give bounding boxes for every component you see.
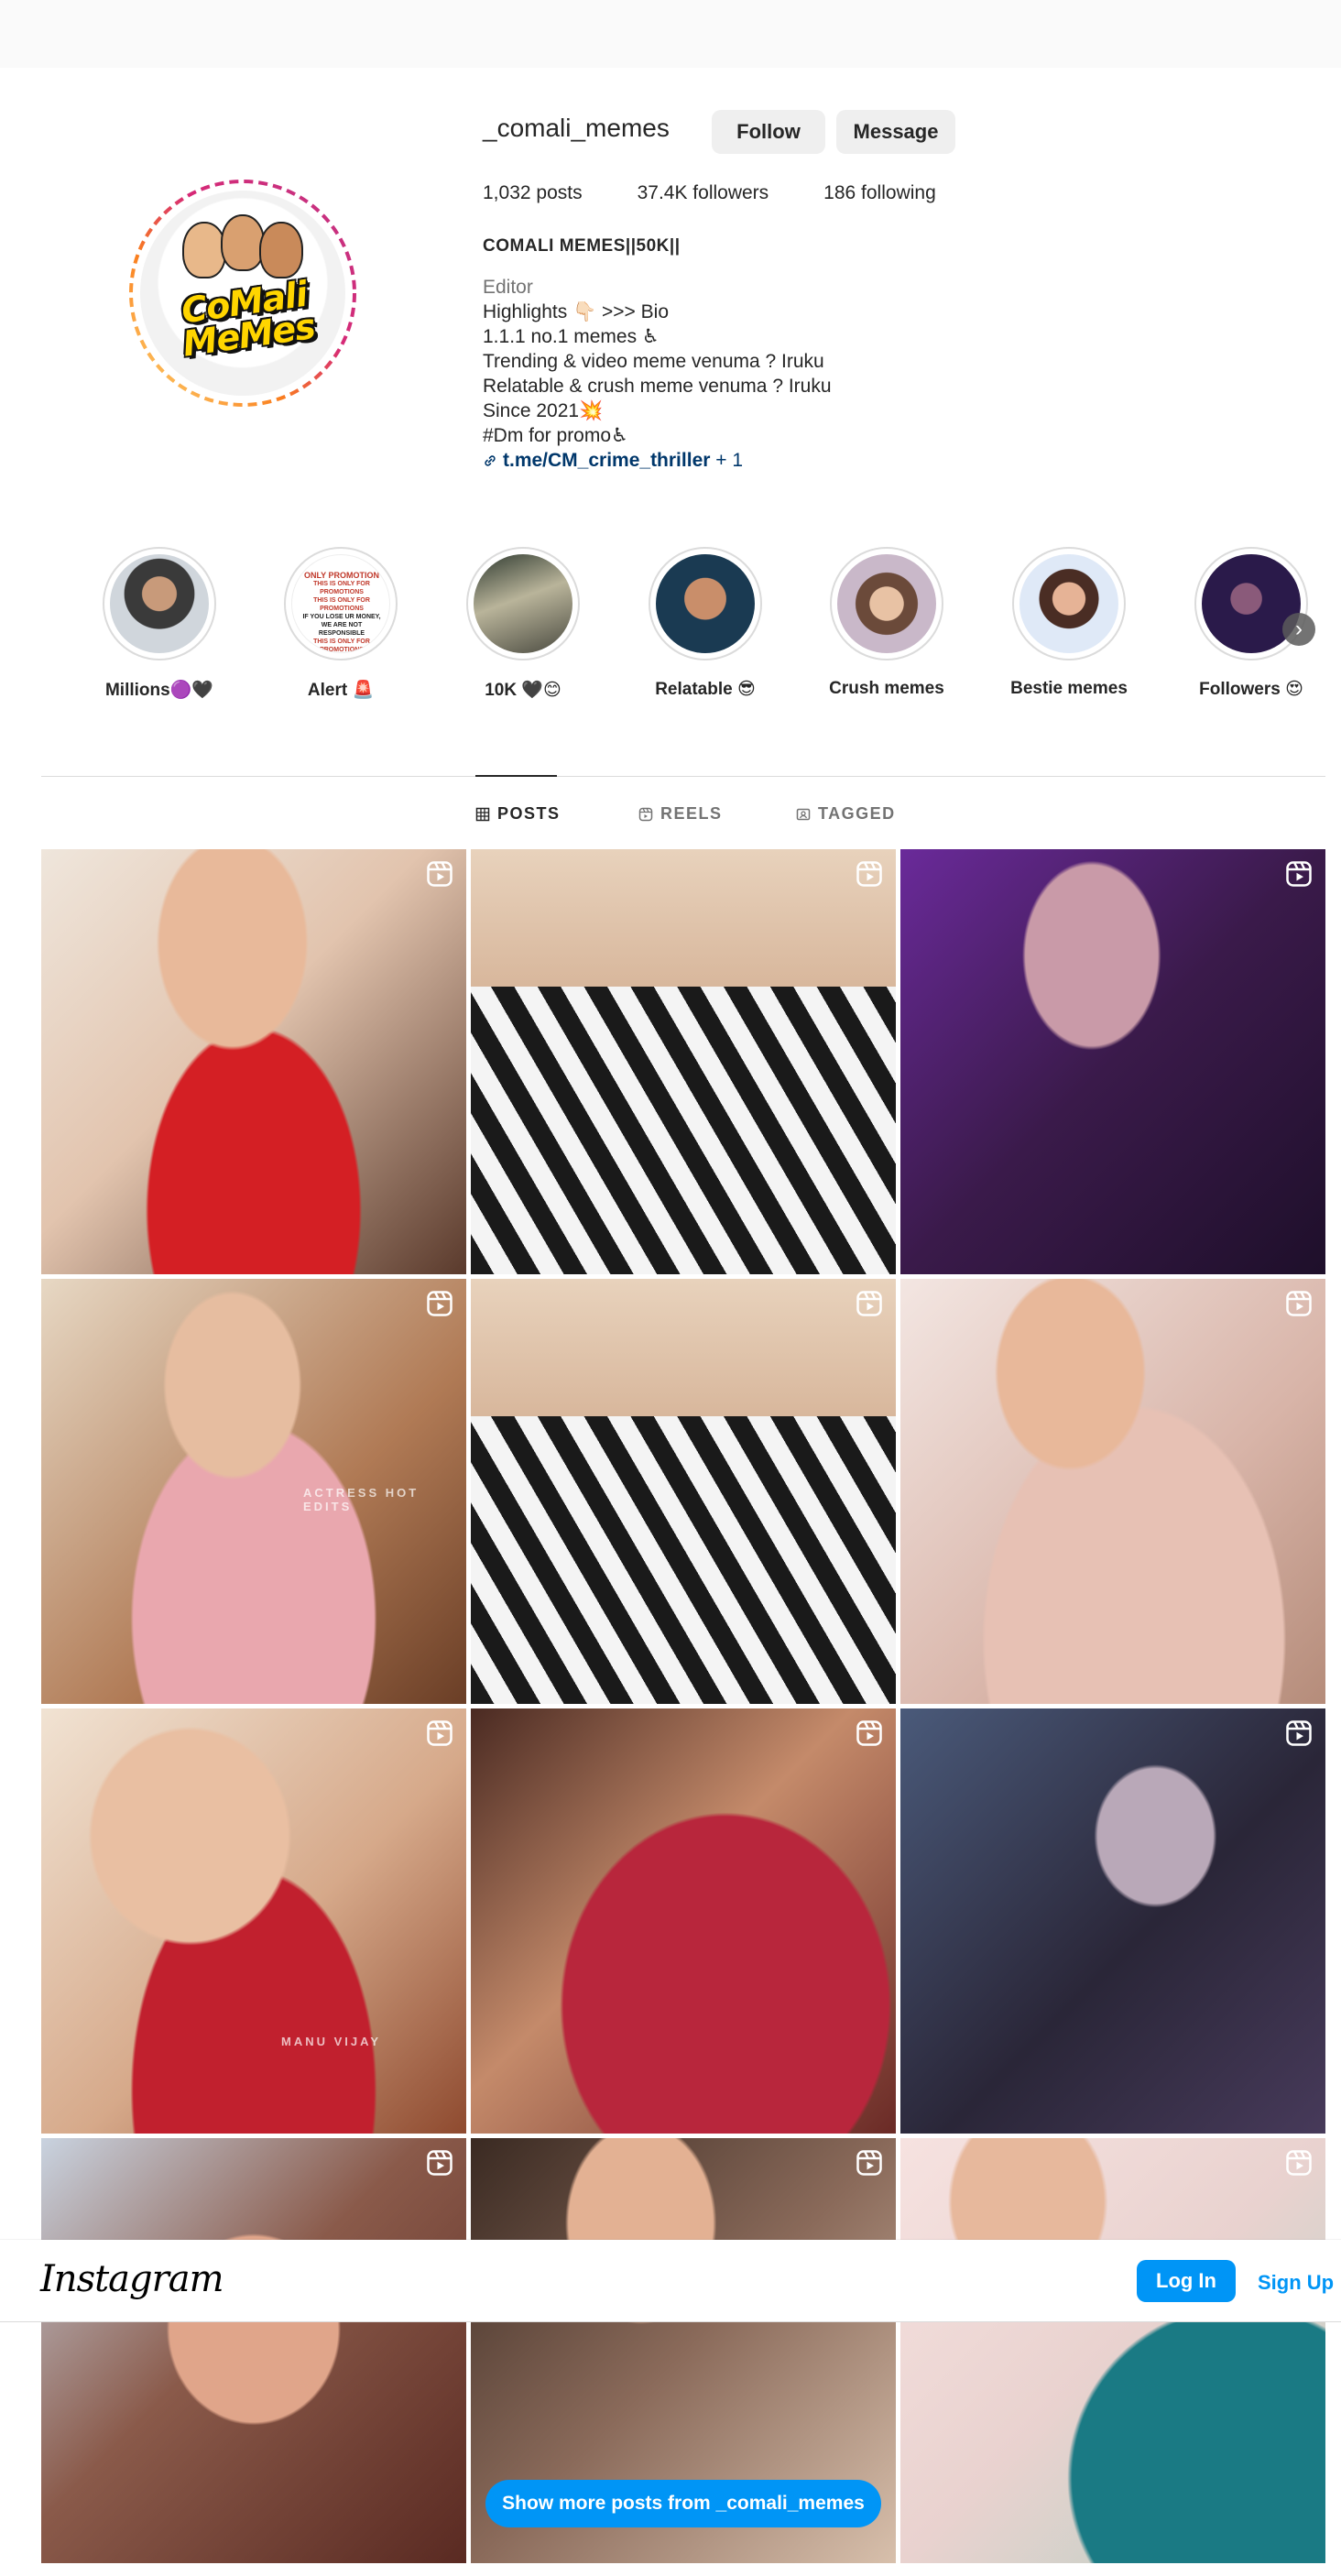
post-thumbnail[interactable] [41, 2138, 466, 2563]
tagged-icon [796, 808, 811, 820]
followers-link[interactable]: 37.4K followers [638, 182, 769, 204]
story-highlights: Millions🟣🖤 ONLY PROMOTION THIS IS ONLY F… [55, 547, 1337, 707]
promo-line: ONLY PROMOTION [303, 571, 379, 580]
bio-line: Highlights 👇🏻 >>> Bio [483, 301, 670, 322]
tab-tagged[interactable]: TAGGED [796, 804, 896, 824]
avatar-image: CoMali MeMes [140, 191, 345, 396]
login-button[interactable]: Log In [1137, 2260, 1236, 2302]
profile-stats: 1,032 posts 37.4K followers 186 followin… [483, 182, 991, 204]
highlight-label: Followers 😍 [1199, 680, 1303, 699]
reel-icon [427, 1720, 452, 1746]
chevron-right-icon: › [1295, 617, 1303, 641]
login-banner: Instagram Log In Sign Up [0, 2240, 1341, 2322]
promo-line: THIS IS ONLY FOR PROMOTIONS [313, 597, 370, 612]
highlight-label: Crush memes [829, 679, 944, 698]
reel-icon [427, 1291, 452, 1316]
promo-line: THIS IS ONLY FOR PROMOTIONS [313, 639, 370, 653]
signup-link[interactable]: Sign Up [1258, 2271, 1334, 2295]
following-link[interactable]: 186 following [823, 182, 936, 204]
reel-icon [1286, 1720, 1312, 1746]
cartoon-face [259, 222, 303, 278]
avatar-logo-text: CoMali MeMes [179, 273, 318, 365]
profile-full-name: COMALI MEMES||50K|| [483, 236, 681, 256]
tab-reels[interactable]: REELS [638, 804, 723, 824]
post-thumbnail[interactable] [471, 849, 896, 1274]
tabs-divider [41, 776, 1325, 777]
bio-link-text[interactable]: t.me/CM_crime_thriller [503, 450, 710, 471]
promo-line: THIS IS ONLY FOR PROMOTIONS [313, 581, 370, 595]
highlight-cover [110, 554, 209, 653]
promo-line: WE ARE NOT RESPONSIBLE [318, 622, 365, 637]
post-thumbnail[interactable] [471, 1279, 896, 1704]
bio-line: Trending & video meme venuma ? Iruku [483, 351, 824, 372]
profile-bio: Editor Highlights 👇🏻 >>> Bio 1.1.1 no.1 … [483, 275, 941, 473]
post-thumbnail[interactable] [471, 1708, 896, 2134]
highlight-cover: ONLY PROMOTION THIS IS ONLY FOR PROMOTIO… [291, 554, 390, 653]
instagram-logo[interactable]: Instagram [40, 2258, 224, 2300]
reel-icon [1286, 2150, 1312, 2176]
highlight-label: Bestie memes [1010, 679, 1128, 698]
tab-label: TAGGED [818, 804, 896, 823]
profile-username: _comali_memes [483, 114, 670, 142]
top-bar [0, 0, 1341, 68]
posts-count: 1,032 posts [483, 182, 583, 203]
reel-icon [1286, 861, 1312, 887]
highlight-label: Millions🟣🖤 [104, 681, 214, 700]
cartoon-face [221, 214, 265, 271]
post-image-top [471, 1279, 896, 1416]
bio-line: 1.1.1 no.1 memes ♿ [483, 326, 660, 347]
tab-label: POSTS [497, 804, 561, 823]
highlight-label: Alert 🚨 [307, 681, 375, 700]
post-thumbnail[interactable] [41, 849, 466, 1274]
cartoon-face [182, 222, 226, 278]
bio-line: Relatable & crush meme venuma ? Iruku [483, 376, 832, 397]
reel-icon [856, 1720, 882, 1746]
tab-label: REELS [660, 804, 723, 823]
reel-icon [1286, 1291, 1312, 1316]
highlight-label: Relatable 😎 [655, 680, 756, 699]
post-thumbnail[interactable] [900, 1708, 1325, 2134]
post-thumbnail[interactable]: MANU VIJAY [41, 1708, 466, 2134]
link-icon [485, 455, 496, 466]
highlights-next-button[interactable]: › [1282, 613, 1315, 646]
highlight-cover [656, 554, 755, 653]
profile-avatar[interactable]: CoMali MeMes [127, 178, 358, 409]
post-thumbnail[interactable] [900, 1279, 1325, 1704]
promo-line: IF YOU LOSE UR MONEY, [302, 614, 381, 620]
reel-icon [427, 2150, 452, 2176]
bio-line: #Dm for promo♿ [483, 425, 628, 446]
message-button[interactable]: Message [836, 110, 955, 154]
highlight-cover [1019, 554, 1118, 653]
post-thumbnail[interactable] [900, 2138, 1325, 2563]
highlight-cover [837, 554, 936, 653]
tab-posts[interactable]: POSTS [475, 804, 561, 824]
highlight-label: 10K 🖤😊 [485, 681, 561, 700]
reel-icon [427, 861, 452, 887]
post-watermark: ACTRESS HOT EDITS [303, 1486, 420, 1513]
bio-line: Since 2021💥 [483, 400, 604, 421]
reel-icon [856, 861, 882, 887]
bio-link[interactable]: t.me/CM_crime_thriller + 1 [483, 448, 941, 473]
post-watermark: MANU VIJAY [281, 2035, 381, 2048]
highlight-cover [474, 554, 572, 653]
follow-button[interactable]: Follow [712, 110, 825, 154]
post-thumbnail[interactable]: ACTRESS HOT EDITS [41, 1279, 466, 1704]
active-tab-indicator [475, 775, 557, 777]
grid-icon [475, 807, 490, 821]
reel-icon [856, 2150, 882, 2176]
show-more-posts-button[interactable]: Show more posts from _comali_memes [485, 2480, 881, 2527]
post-image-top [471, 849, 896, 987]
reels-icon [638, 807, 653, 821]
profile-category: Editor [483, 277, 533, 298]
post-thumbnail[interactable] [900, 849, 1325, 1274]
reel-icon [856, 1291, 882, 1316]
bio-link-more[interactable]: + 1 [710, 450, 743, 471]
